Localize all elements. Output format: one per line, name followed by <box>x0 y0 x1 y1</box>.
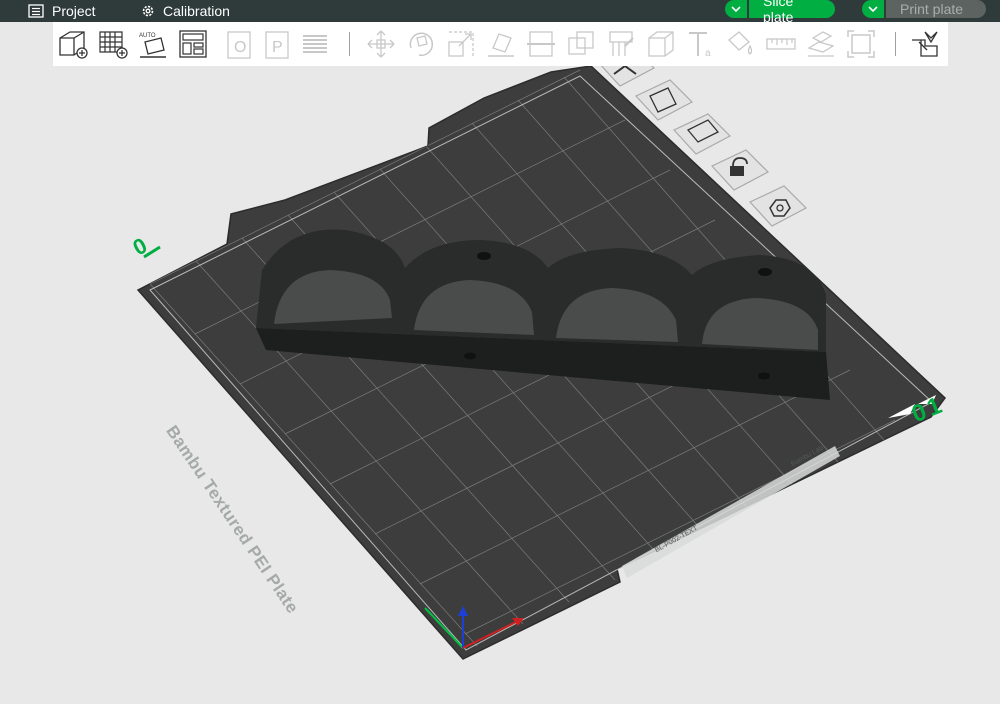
auto-arrange-plate-icon[interactable] <box>635 79 693 121</box>
slice-plate-button[interactable]: Slice plate <box>749 0 835 25</box>
scale-icon[interactable] <box>445 28 477 60</box>
plate-settings-icon[interactable] <box>749 185 807 227</box>
svg-text:AUTO: AUTO <box>139 33 156 39</box>
chevron-down-icon <box>868 6 878 12</box>
arrange-icon[interactable] <box>177 28 209 60</box>
chevron-down-icon <box>731 6 741 12</box>
lay-on-face-icon[interactable] <box>485 28 517 60</box>
toolbar-separator <box>895 32 896 56</box>
print-plate-button[interactable]: Print plate <box>886 0 986 18</box>
svg-text:O: O <box>234 39 246 56</box>
layers-icon[interactable] <box>299 28 331 60</box>
measure-icon[interactable] <box>765 28 797 60</box>
print-plate-group: Print plate <box>862 0 986 18</box>
top-bar: Project Calibration Slice plate Print pl… <box>0 0 1000 25</box>
assembly-view-icon[interactable] <box>909 28 941 60</box>
print-dropdown-button[interactable] <box>862 0 884 18</box>
auto-orient-icon[interactable]: AUTO <box>137 28 169 60</box>
svg-text:a: a <box>705 48 711 59</box>
boolean-icon[interactable] <box>565 28 597 60</box>
main-toolbar: AUTO O P a <box>53 22 948 66</box>
calibration-label: Calibration <box>163 3 230 19</box>
project-label: Project <box>52 3 96 19</box>
rotate-icon[interactable] <box>405 28 437 60</box>
color-paint-icon[interactable] <box>725 28 757 60</box>
seam-paint-icon[interactable] <box>645 28 677 60</box>
slice-plate-group: Slice plate <box>725 0 835 25</box>
split-parts-icon[interactable]: P <box>261 28 293 60</box>
fit-view-icon[interactable] <box>845 28 877 60</box>
move-icon[interactable] <box>365 28 397 60</box>
lock-plate-icon[interactable] <box>711 149 769 191</box>
assembly-icon[interactable] <box>805 28 837 60</box>
plate-layout-icon[interactable] <box>673 113 731 155</box>
gear-icon <box>142 5 154 17</box>
add-object-icon[interactable] <box>57 28 89 60</box>
support-paint-icon[interactable] <box>605 28 637 60</box>
add-plate-icon[interactable] <box>97 28 129 60</box>
project-tab[interactable]: Project <box>28 0 96 22</box>
build-plate-scene <box>136 66 946 660</box>
toolbar-separator <box>349 32 350 56</box>
slice-dropdown-button[interactable] <box>725 0 747 18</box>
calibration-tab[interactable]: Calibration <box>141 0 230 22</box>
cut-icon[interactable] <box>525 28 557 60</box>
svg-text:P: P <box>272 39 283 56</box>
split-objects-icon[interactable]: O <box>223 28 255 60</box>
project-icon <box>28 4 44 18</box>
3d-viewport[interactable]: Bambu Textured PEI Plate 01 BL-P002-TEXT… <box>0 66 1000 704</box>
text-icon[interactable]: a <box>685 28 717 60</box>
